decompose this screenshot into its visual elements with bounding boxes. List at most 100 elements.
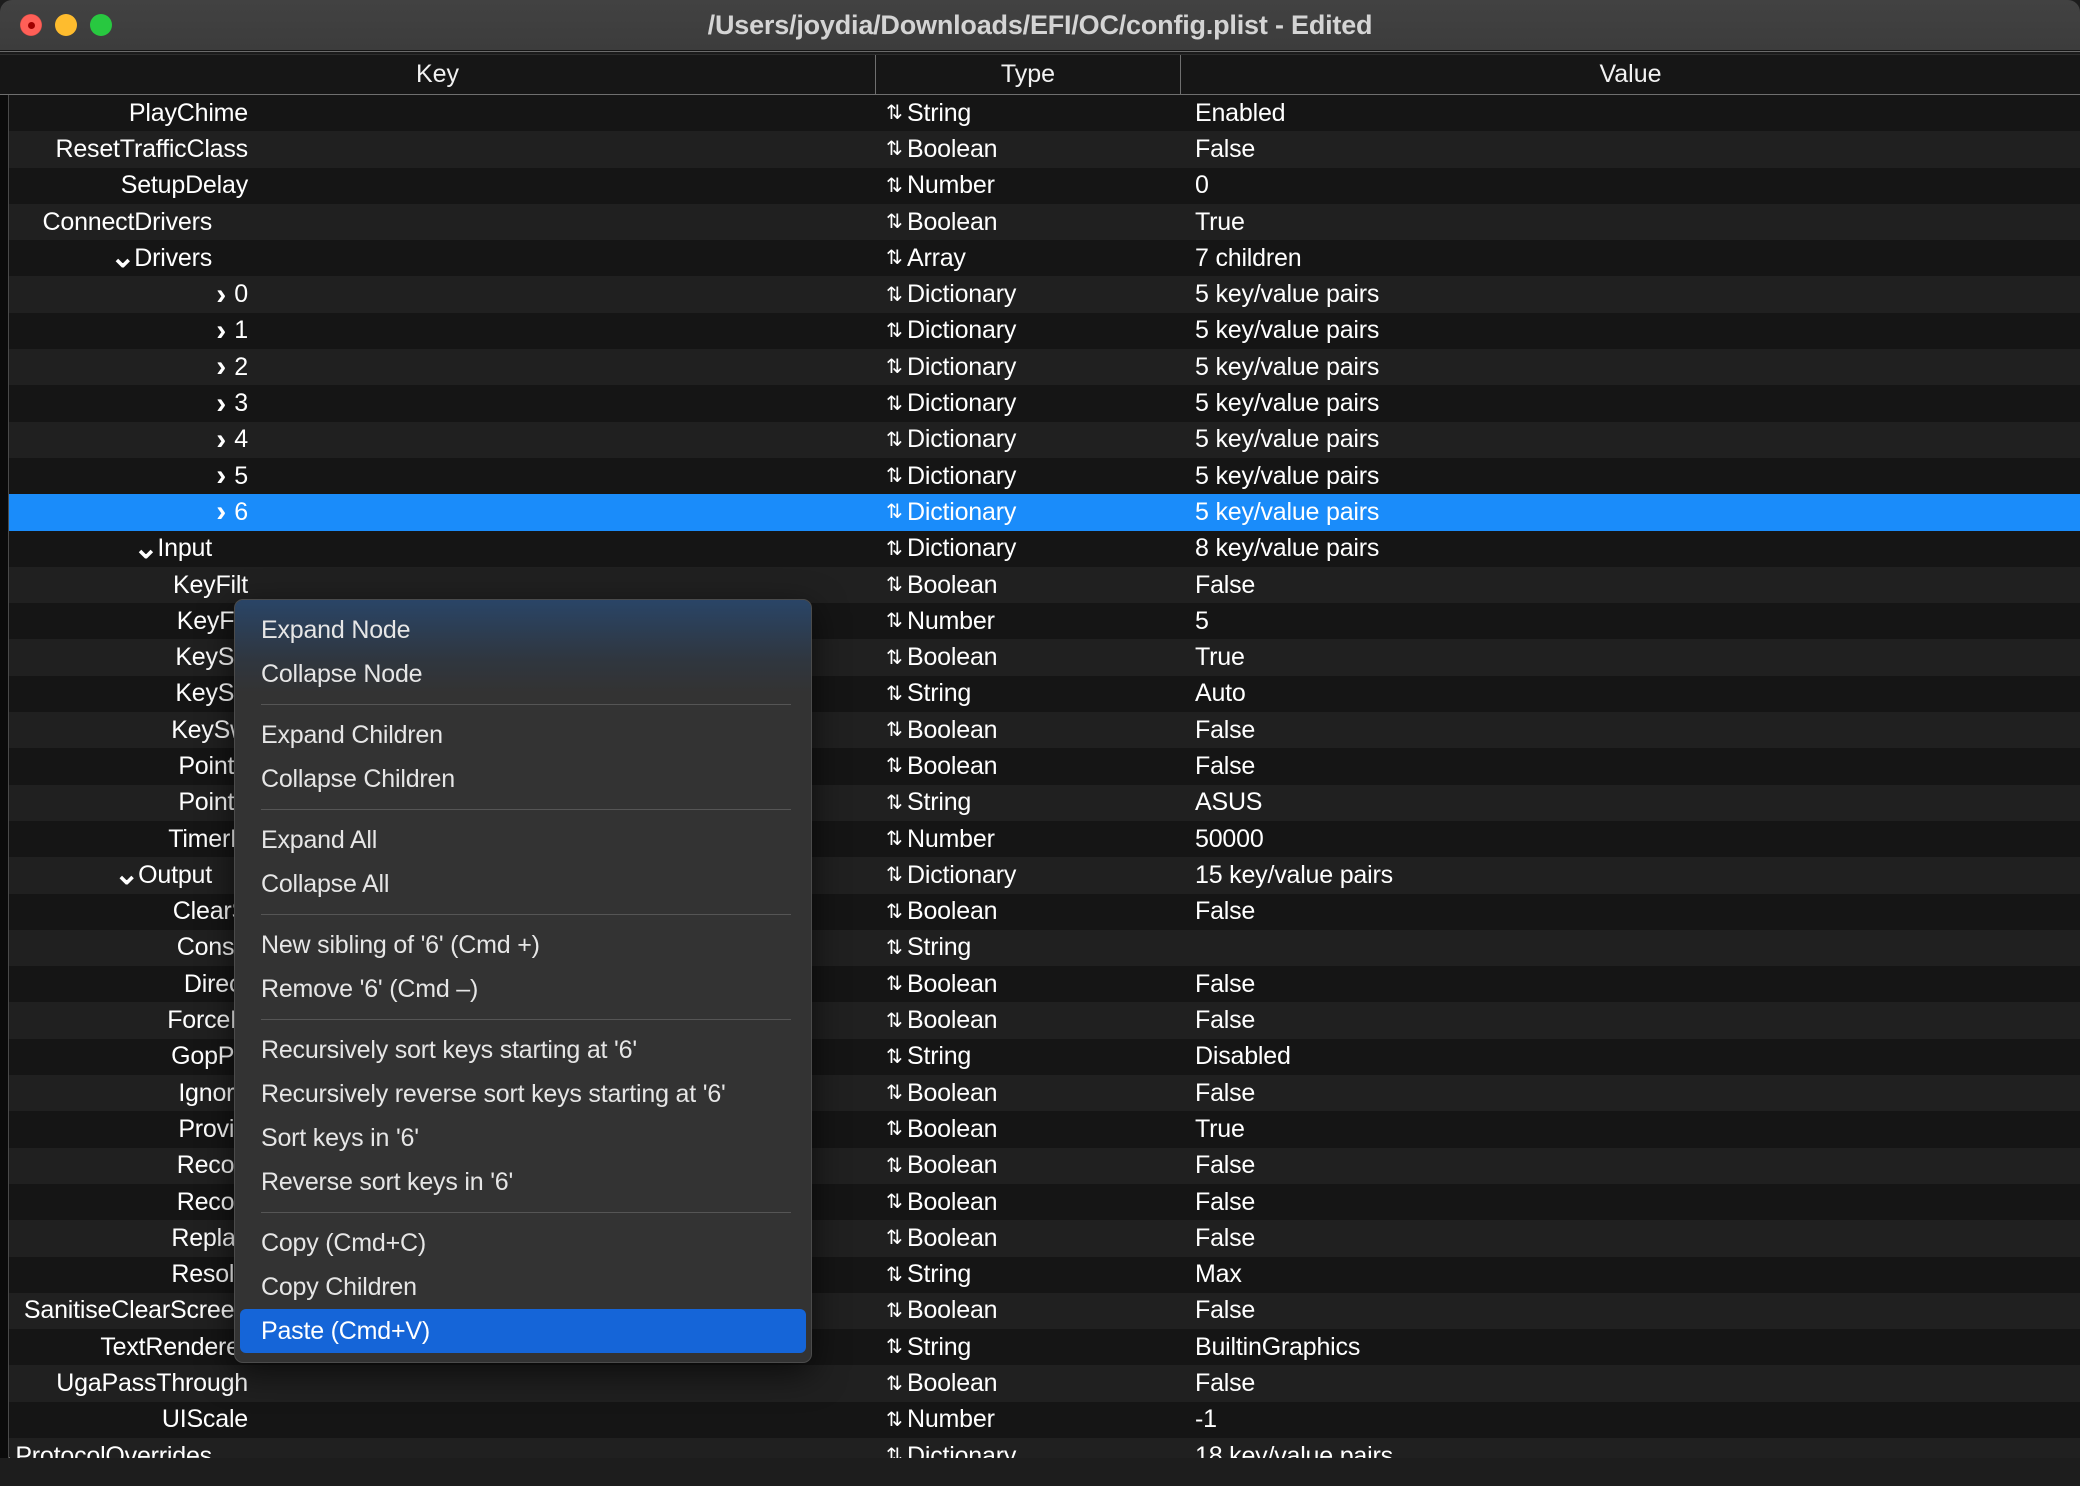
- type-stepper-icon[interactable]: ⇅: [886, 103, 903, 123]
- cell-value[interactable]: 15 key/value pairs: [1181, 857, 2080, 893]
- disclosure-open-icon[interactable]: ⌄: [133, 533, 158, 563]
- menu-item[interactable]: Expand Children: [235, 713, 811, 757]
- type-stepper-icon[interactable]: ⇅: [886, 974, 903, 994]
- cell-value[interactable]: 18 key/value pairs: [1181, 1438, 2080, 1458]
- column-header-type[interactable]: Type: [876, 55, 1181, 94]
- cell-value[interactable]: 5: [1181, 603, 2080, 639]
- cell-type[interactable]: ⇅ Boolean: [876, 204, 1181, 240]
- cell-value[interactable]: 5 key/value pairs: [1181, 385, 2080, 421]
- cell-type[interactable]: ⇅ Array: [876, 240, 1181, 276]
- cell-type[interactable]: ⇅ String: [876, 1329, 1181, 1365]
- cell-value[interactable]: 0: [1181, 168, 2080, 204]
- menu-item[interactable]: Expand All: [235, 818, 811, 862]
- cell-type[interactable]: ⇅ Dictionary: [876, 276, 1181, 312]
- cell-value[interactable]: -1: [1181, 1402, 2080, 1438]
- cell-type[interactable]: ⇅ String: [876, 1257, 1181, 1293]
- cell-type[interactable]: ⇅ Boolean: [876, 1148, 1181, 1184]
- cell-type[interactable]: ⇅ Boolean: [876, 131, 1181, 167]
- cell-type[interactable]: ⇅ String: [876, 1039, 1181, 1075]
- cell-type[interactable]: ⇅ Boolean: [876, 1111, 1181, 1147]
- menu-item[interactable]: Expand Node: [235, 608, 811, 652]
- cell-key[interactable]: › 3: [0, 385, 876, 421]
- type-stepper-icon[interactable]: ⇅: [886, 466, 903, 486]
- table-row[interactable]: › 1 ⇅ Dictionary 5 key/value pairs: [0, 312, 2080, 350]
- cell-key[interactable]: ›SetupDelay: [0, 168, 876, 204]
- cell-key[interactable]: › 5: [0, 458, 876, 494]
- cell-key[interactable]: › 0: [0, 276, 876, 312]
- cell-type[interactable]: ⇅ Boolean: [876, 567, 1181, 603]
- cell-value[interactable]: ASUS: [1181, 785, 2080, 821]
- cell-value[interactable]: False: [1181, 894, 2080, 930]
- cell-type[interactable]: ⇅ Dictionary: [876, 494, 1181, 530]
- type-stepper-icon[interactable]: ⇅: [886, 430, 903, 450]
- disclosure-open-icon[interactable]: ⌄: [114, 860, 139, 890]
- cell-type[interactable]: ⇅ Dictionary: [876, 531, 1181, 567]
- type-stepper-icon[interactable]: ⇅: [886, 684, 903, 704]
- cell-value[interactable]: 5 key/value pairs: [1181, 458, 2080, 494]
- plist-tree-table[interactable]: ›PlayChime⇅StringEnabled›ResetTrafficCla…: [0, 95, 2080, 1458]
- cell-value[interactable]: False: [1181, 1293, 2080, 1329]
- cell-value[interactable]: False: [1181, 131, 2080, 167]
- cell-type[interactable]: ⇅ Boolean: [876, 748, 1181, 784]
- type-stepper-icon[interactable]: ⇅: [886, 756, 903, 776]
- disclosure-closed-icon[interactable]: ›: [210, 424, 232, 454]
- cell-value[interactable]: 5 key/value pairs: [1181, 494, 2080, 530]
- type-stepper-icon[interactable]: ⇅: [886, 1301, 903, 1321]
- table-row[interactable]: › 2 ⇅ Dictionary 5 key/value pairs: [0, 349, 2080, 386]
- menu-item[interactable]: Collapse All: [235, 862, 811, 906]
- cell-type[interactable]: ⇅ Dictionary: [876, 349, 1181, 385]
- cell-value[interactable]: False: [1181, 1002, 2080, 1038]
- cell-value[interactable]: Auto: [1181, 676, 2080, 712]
- cell-key[interactable]: ⌄ProtocolOverrides: [0, 1438, 876, 1458]
- disclosure-closed-icon[interactable]: ›: [210, 352, 232, 382]
- menu-item[interactable]: Sort keys in '6': [235, 1116, 811, 1160]
- cell-type[interactable]: ⇅ Boolean: [876, 639, 1181, 675]
- menu-item[interactable]: Collapse Children: [235, 757, 811, 801]
- cell-type[interactable]: ⇅ Dictionary: [876, 857, 1181, 893]
- cell-value[interactable]: False: [1181, 966, 2080, 1002]
- cell-value[interactable]: 50000: [1181, 821, 2080, 857]
- menu-item[interactable]: Recursively reverse sort keys starting a…: [235, 1072, 811, 1116]
- type-stepper-icon[interactable]: ⇅: [886, 1410, 903, 1430]
- table-row[interactable]: ⌄ Drivers ⇅ Array 7 children: [0, 240, 2080, 277]
- type-stepper-icon[interactable]: ⇅: [886, 1228, 903, 1248]
- type-stepper-icon[interactable]: ⇅: [886, 285, 903, 305]
- table-row[interactable]: › 3 ⇅ Dictionary 5 key/value pairs: [0, 385, 2080, 422]
- cell-key[interactable]: ›UgaPassThrough: [0, 1365, 876, 1401]
- cell-key[interactable]: ⌄ Drivers: [0, 240, 876, 276]
- close-button[interactable]: [20, 14, 42, 36]
- cell-type[interactable]: ⇅ Boolean: [876, 966, 1181, 1002]
- cell-type[interactable]: ⇅ Number: [876, 168, 1181, 204]
- menu-item[interactable]: Copy Children: [235, 1265, 811, 1309]
- type-stepper-icon[interactable]: ⇅: [886, 1192, 903, 1212]
- table-row[interactable]: ›UIScale⇅Number-1: [0, 1401, 2080, 1438]
- cell-type[interactable]: ⇅ Boolean: [876, 712, 1181, 748]
- menu-item[interactable]: Copy (Cmd+C): [235, 1221, 811, 1265]
- type-stepper-icon[interactable]: ⇅: [886, 865, 903, 885]
- cell-value[interactable]: [1181, 930, 2080, 966]
- cell-type[interactable]: ⇅ Number: [876, 603, 1181, 639]
- disclosure-closed-icon[interactable]: ›: [210, 497, 232, 527]
- type-stepper-icon[interactable]: ⇅: [886, 648, 903, 668]
- table-row[interactable]: › 6 ⇅ Dictionary 5 key/value pairs: [0, 494, 2080, 531]
- type-stepper-icon[interactable]: ⇅: [886, 139, 903, 159]
- cell-value[interactable]: BuiltinGraphics: [1181, 1329, 2080, 1365]
- menu-item[interactable]: Remove '6' (Cmd –): [235, 967, 811, 1011]
- type-stepper-icon[interactable]: ⇅: [886, 938, 903, 958]
- cell-value[interactable]: 8 key/value pairs: [1181, 531, 2080, 567]
- table-row[interactable]: ⌄ProtocolOverrides ⇅ Dictionary 18 key/valu…: [0, 1437, 2080, 1458]
- type-stepper-icon[interactable]: ⇅: [886, 829, 903, 849]
- cell-value[interactable]: 7 children: [1181, 240, 2080, 276]
- cell-key[interactable]: › 1: [0, 313, 876, 349]
- cell-value[interactable]: False: [1181, 712, 2080, 748]
- table-row[interactable]: ›ResetTrafficClass⇅BooleanFalse: [0, 131, 2080, 168]
- cell-value[interactable]: 5 key/value pairs: [1181, 313, 2080, 349]
- type-stepper-icon[interactable]: ⇅: [886, 1047, 903, 1067]
- cell-type[interactable]: ⇅ Boolean: [876, 1365, 1181, 1401]
- type-stepper-icon[interactable]: ⇅: [886, 357, 903, 377]
- cell-type[interactable]: ⇅ Boolean: [876, 1293, 1181, 1329]
- context-menu[interactable]: Expand Node Collapse Node Expand Children C…: [234, 599, 812, 1363]
- cell-value[interactable]: True: [1181, 639, 2080, 675]
- disclosure-closed-icon[interactable]: ›: [210, 279, 232, 309]
- cell-value[interactable]: Disabled: [1181, 1039, 2080, 1075]
